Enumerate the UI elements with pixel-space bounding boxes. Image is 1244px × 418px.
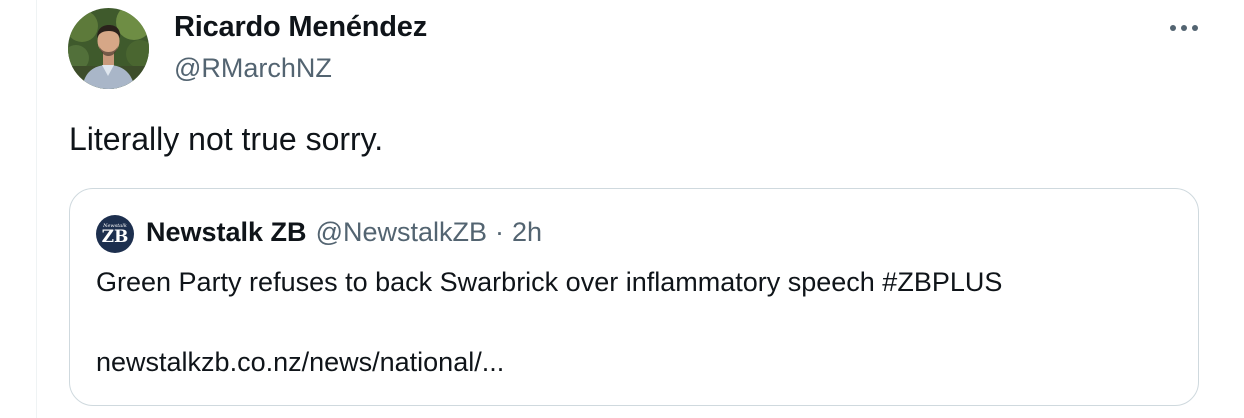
author-avatar[interactable] (68, 8, 149, 89)
author-handle[interactable]: @RMarchNZ (174, 53, 332, 84)
tweet-text: Literally not true sorry. (69, 121, 384, 157)
quoted-tweet-header: Newstalk ZB @NewstalkZB · 2h (146, 217, 542, 248)
quoted-tweet-card[interactable]: Newstalk ZB Newstalk ZB @NewstalkZB · 2h… (69, 188, 1199, 406)
quoted-separator: · (495, 217, 505, 247)
author-name[interactable]: Ricardo Menéndez (174, 11, 427, 44)
more-options-button[interactable] (1164, 12, 1204, 44)
quoted-timestamp[interactable]: 2h (512, 217, 542, 248)
tweet: Ricardo Menéndez @RMarchNZ Literally not… (0, 0, 1244, 418)
quoted-tweet-link[interactable]: newstalkzb.co.nz/news/national/... (96, 347, 504, 378)
quoted-author-avatar[interactable]: Newstalk ZB (96, 215, 134, 253)
quoted-avatar-logo-big: ZB (101, 226, 129, 247)
quoted-author-name[interactable]: Newstalk ZB (146, 217, 307, 248)
quoted-author-handle[interactable]: @NewstalkZB (316, 217, 487, 248)
quoted-tweet-text: Green Party refuses to back Swarbrick ov… (96, 267, 1003, 297)
more-horizontal-icon (1170, 25, 1198, 31)
author-avatar-image (68, 8, 149, 89)
